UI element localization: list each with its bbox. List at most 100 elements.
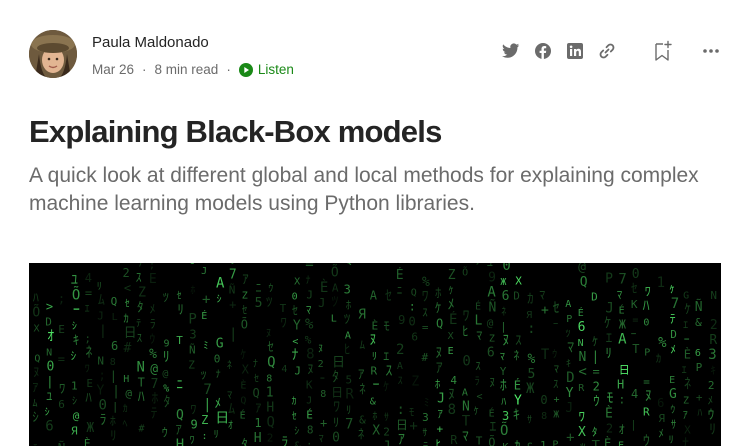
matrix-glyph: ﾎ <box>372 411 377 423</box>
matrix-glyph: Q <box>253 386 260 400</box>
more-options-button[interactable] <box>699 38 723 64</box>
matrix-glyph: 6 <box>657 396 664 410</box>
matrix-glyph: < <box>476 392 482 403</box>
matrix-glyph: J <box>306 289 313 302</box>
matrix-glyph: Õ <box>241 317 248 332</box>
matrix-glyph: 日 <box>332 356 345 371</box>
matrix-glyph: ﾑ <box>359 338 365 351</box>
facebook-share-button[interactable] <box>531 38 555 64</box>
matrix-glyph: Я <box>71 425 78 438</box>
matrix-glyph: X <box>448 331 454 342</box>
matrix-glyph: R <box>578 383 585 394</box>
matrix-glyph: ｹ <box>383 380 389 394</box>
matrix-glyph: 8 <box>110 357 116 368</box>
matrix-glyph: ﾋ <box>344 343 351 358</box>
twitter-share-button[interactable] <box>499 38 523 64</box>
matrix-glyph: ﾎ <box>190 284 195 296</box>
matrix-glyph: + <box>409 418 417 434</box>
matrix-glyph: ｾ <box>292 411 297 423</box>
matrix-glyph: Ñ <box>695 299 703 315</box>
matrix-glyph: ﾇ <box>370 333 377 349</box>
matrix-glyph: ﾀ <box>163 394 170 410</box>
matrix-glyph: X <box>34 324 40 335</box>
matrix-glyph: ｾ <box>177 290 182 302</box>
matrix-glyph: G <box>683 290 689 301</box>
matrix-glyph: ﾒ <box>448 297 455 313</box>
matrix-glyph: @ <box>125 387 132 400</box>
matrix-glyph: T <box>462 413 471 429</box>
matrix-glyph: ｰ <box>73 303 80 319</box>
matrix-glyph: ﾘ <box>669 435 674 446</box>
matrix-glyph: ﾘ <box>214 429 219 440</box>
matrix-glyph: É <box>396 267 404 283</box>
matrix-glyph: ｹ <box>684 302 691 317</box>
matrix-glyph: T <box>138 376 145 390</box>
matrix-glyph: ﾊ <box>138 390 145 406</box>
matrix-glyph: É <box>449 311 457 328</box>
save-button[interactable] <box>651 38 675 64</box>
matrix-glyph: 2 <box>383 426 390 439</box>
matrix-glyph: D <box>45 315 52 328</box>
publish-date: Mar 26 <box>92 62 135 77</box>
matrix-glyph: J <box>437 392 445 407</box>
matrix-glyph: K <box>631 298 638 311</box>
matrix-glyph: 日 <box>396 418 408 432</box>
copy-link-button[interactable] <box>595 38 619 64</box>
matrix-glyph: R <box>371 365 378 378</box>
matrix-glyph: ｰ <box>372 378 379 394</box>
link-icon <box>599 43 615 59</box>
matrix-glyph: ﾂ <box>344 313 351 328</box>
matrix-glyph: & <box>526 441 535 446</box>
matrix-glyph: ﾇ <box>318 344 323 355</box>
matrix-glyph: X <box>294 277 300 288</box>
matrix-glyph: È <box>240 379 246 392</box>
matrix-glyph: J <box>318 296 325 310</box>
matrix-glyph: ﾓ <box>409 405 415 418</box>
matrix-glyph: T <box>280 302 287 315</box>
matrix-glyph: + <box>320 416 327 430</box>
matrix-glyph: ﾇ <box>266 326 272 339</box>
matrix-glyph: + <box>553 394 559 405</box>
matrix-glyph: 9 <box>398 313 405 327</box>
matrix-glyph: ﾜ <box>578 410 585 425</box>
matrix-glyph: ﾜ <box>190 402 196 416</box>
matrix-glyph: ﾜ <box>645 285 651 299</box>
matrix-glyph: ﾎ <box>435 378 441 391</box>
matrix-glyph: ﾂ <box>580 441 586 446</box>
matrix-glyph: 0 <box>214 352 221 365</box>
matrix-glyph: J <box>97 310 104 323</box>
matrix-glyph: Õ <box>488 435 495 446</box>
matrix-glyph: É <box>240 409 246 422</box>
matrix-glyph: ﾈ <box>513 348 519 362</box>
matrix-glyph: 2 <box>396 342 404 358</box>
matrix-glyph: 8 <box>266 373 272 384</box>
matrix-glyph: ﾅ <box>292 348 299 364</box>
linkedin-share-button[interactable] <box>563 38 587 64</box>
matrix-glyph: Q <box>345 263 353 268</box>
matrix-glyph: ｴ <box>683 320 688 331</box>
matrix-glyph: A <box>565 299 571 310</box>
matrix-glyph: ﾂ <box>163 290 169 304</box>
listen-button[interactable]: Listen <box>238 62 294 77</box>
matrix-glyph: N <box>578 338 584 349</box>
matrix-glyph: Y <box>97 384 105 399</box>
matrix-glyph: Z <box>411 374 419 389</box>
matrix-glyph: ﾒ <box>670 343 676 356</box>
matrix-glyph: ｾ <box>242 304 248 317</box>
matrix-glyph: 1 <box>71 380 78 393</box>
matrix-glyph: ﾅ <box>682 436 689 446</box>
matrix-glyph: A <box>397 361 403 372</box>
matrix-glyph: ﾓ <box>383 320 390 335</box>
matrix-glyph: G <box>216 336 224 351</box>
article-meta: Mar 26 · 8 min read · Listen <box>92 62 294 77</box>
matrix-glyph: ｱ <box>175 423 182 438</box>
matrix-glyph: = <box>305 263 313 273</box>
matrix-glyph: 9 <box>190 417 197 431</box>
matrix-glyph: 3 <box>708 347 716 363</box>
matrix-glyph: + <box>696 391 703 404</box>
matrix-glyph: ｷ <box>710 364 716 377</box>
facebook-icon <box>535 43 551 59</box>
matrix-glyph: ﾂ <box>332 295 339 311</box>
matrix-glyph: E <box>618 441 624 446</box>
matrix-glyph: ｹ <box>474 406 479 418</box>
